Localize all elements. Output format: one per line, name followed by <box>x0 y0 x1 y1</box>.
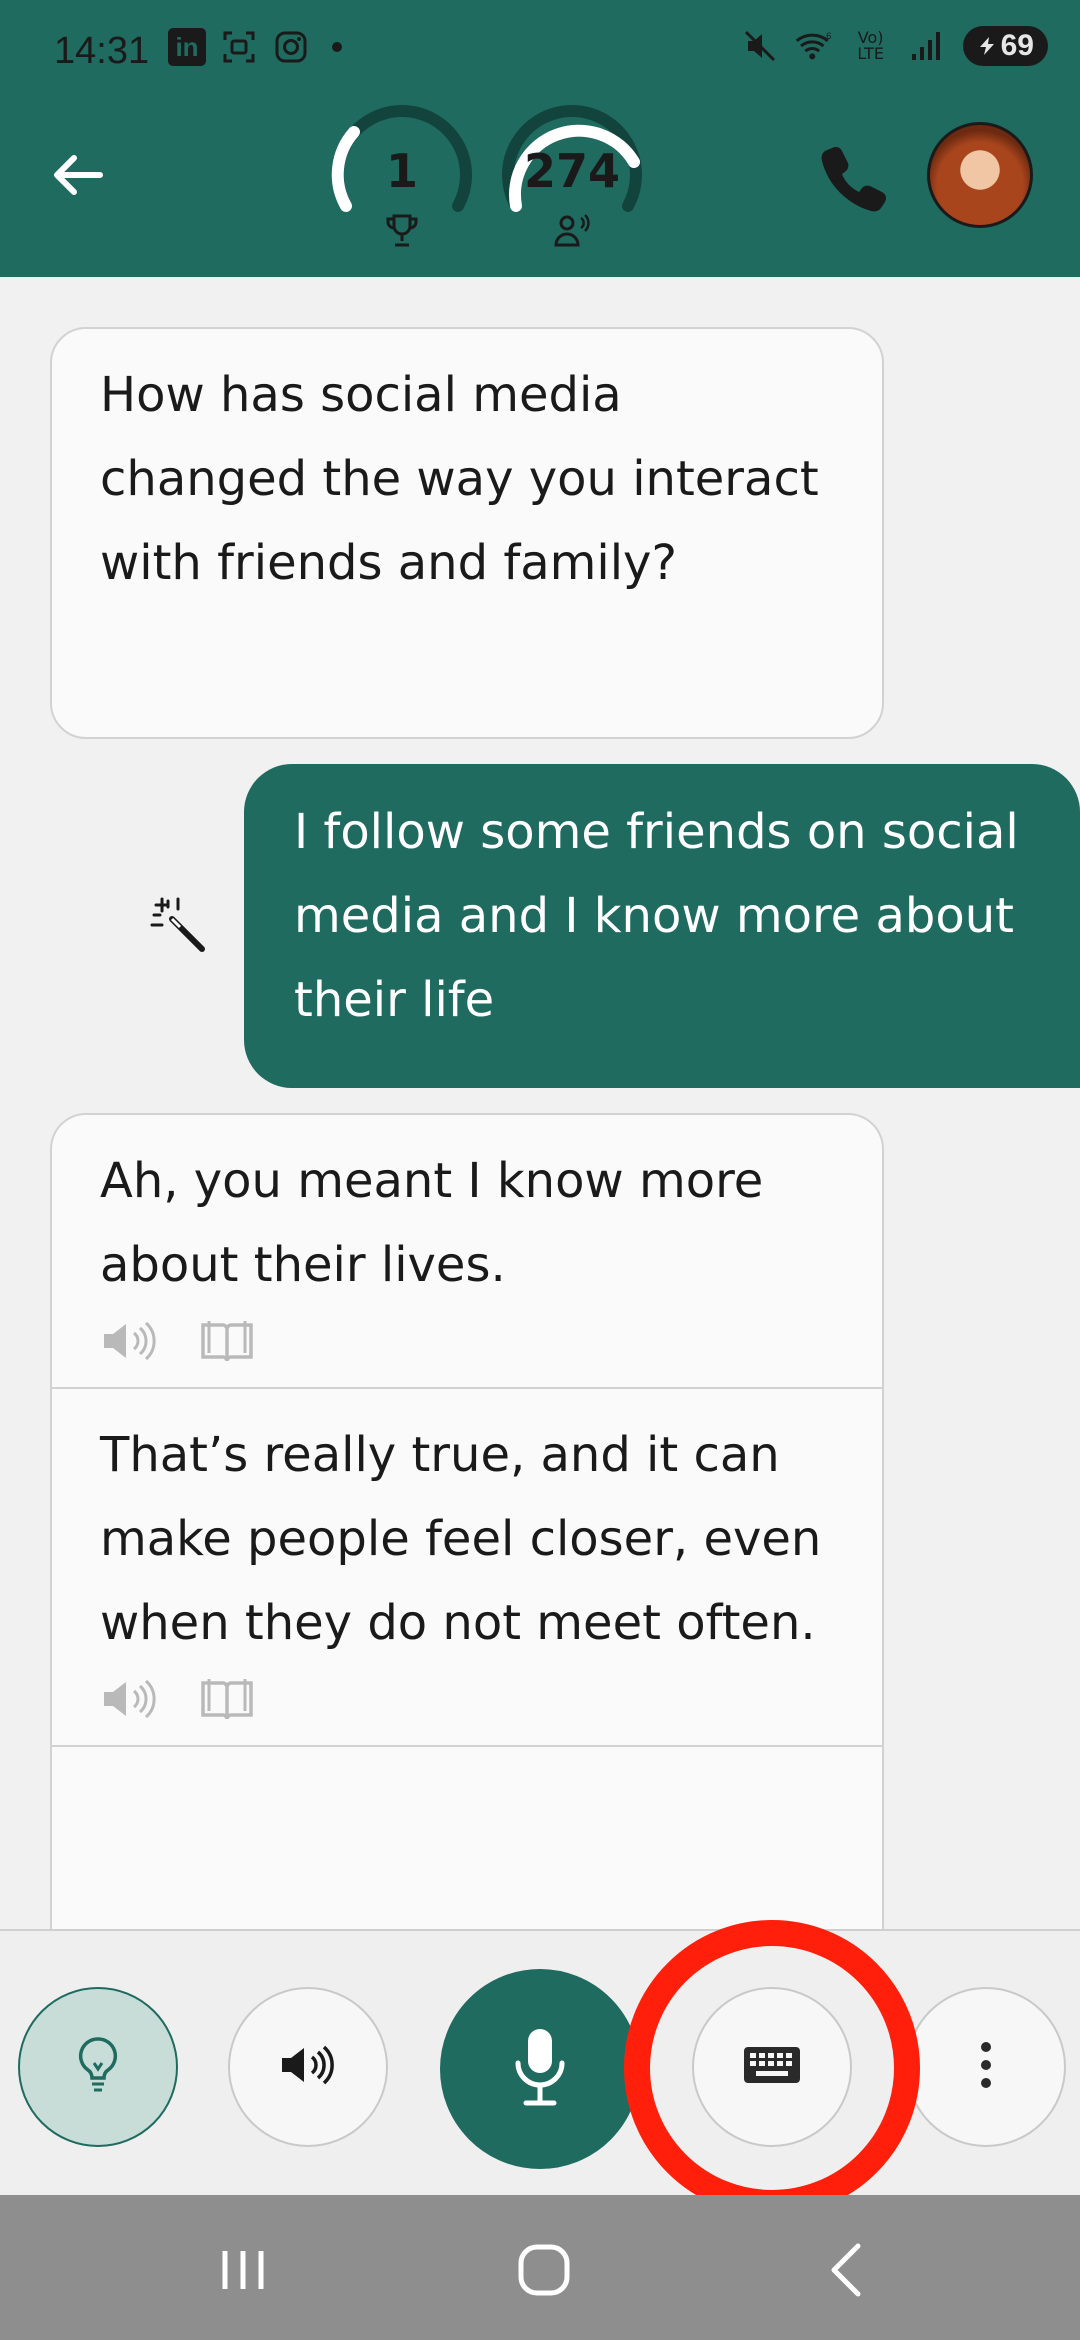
screenshot-icon <box>220 28 258 66</box>
svg-text:6: 6 <box>826 31 831 42</box>
speaker-icon[interactable] <box>100 1317 158 1365</box>
back-icon[interactable] <box>812 2235 882 2305</box>
volte-icon: Vo) LTE <box>857 28 884 63</box>
correction-actions <box>52 1307 882 1387</box>
response-actions <box>52 1665 882 1745</box>
more-notifications-dot <box>332 42 342 52</box>
hint-button[interactable] <box>18 1987 178 2147</box>
more-options-button[interactable] <box>906 1987 1066 2147</box>
user-message-text: I follow some friends on social media an… <box>294 804 1019 1028</box>
phone-icon[interactable] <box>818 142 890 214</box>
back-arrow-icon[interactable] <box>48 145 108 205</box>
app-header: 14:31 in 6 Vo) LTE 69 1 274 <box>0 0 1080 277</box>
notification-icons: in <box>168 28 342 66</box>
more-vertical-icon <box>978 2039 994 2095</box>
lightbulb-icon <box>74 2035 122 2099</box>
correction-text: Ah, you meant I know more about their li… <box>100 1153 764 1293</box>
battery-indicator: 69 <box>962 26 1048 66</box>
microphone-icon <box>512 2025 568 2113</box>
speaker-icon <box>278 2043 338 2091</box>
listeners-gauge[interactable]: 274 <box>494 92 650 248</box>
battery-level: 69 <box>1000 29 1034 62</box>
response-section: That’s really true, and it can make peop… <box>52 1387 882 1745</box>
next-section-divider <box>52 1745 882 1775</box>
speak-button[interactable] <box>228 1987 388 2147</box>
book-icon[interactable] <box>198 1317 256 1365</box>
keyboard-button[interactable] <box>692 1987 852 2147</box>
home-icon[interactable] <box>509 2235 579 2305</box>
input-toolbar <box>0 1929 1080 2195</box>
microphone-button[interactable] <box>440 1969 640 2169</box>
trophy-count: 1 <box>385 144 418 198</box>
correction-section: Ah, you meant I know more about their li… <box>52 1115 882 1387</box>
user-message: I follow some friends on social media an… <box>244 764 1080 1088</box>
mute-icon <box>741 27 779 65</box>
bot-reply-card: Ah, you meant I know more about their li… <box>50 1113 884 1929</box>
chat-area[interactable]: How has social media changed the way you… <box>0 277 1080 1929</box>
listener-count: 274 <box>523 144 621 198</box>
tutor-avatar[interactable] <box>927 122 1033 228</box>
question-text: How has social media changed the way you… <box>100 367 819 591</box>
status-bar: 14:31 in 6 Vo) LTE 69 <box>0 22 1080 82</box>
bot-message-question: How has social media changed the way you… <box>50 327 884 739</box>
instagram-icon <box>272 28 310 66</box>
recents-icon[interactable] <box>208 2235 278 2305</box>
response-text: That’s really true, and it can make peop… <box>100 1427 822 1651</box>
keyboard-icon <box>742 2045 802 2089</box>
signal-icon <box>909 27 947 65</box>
status-time: 14:31 <box>54 30 150 72</box>
speaker-icon[interactable] <box>100 1675 158 1723</box>
trophy-icon <box>382 210 422 250</box>
linkedin-icon: in <box>168 28 206 66</box>
book-icon[interactable] <box>198 1675 256 1723</box>
wifi-icon: 6 <box>795 27 833 65</box>
system-icons: 6 Vo) LTE 69 <box>741 26 1048 66</box>
magic-wand-icon[interactable] <box>148 895 208 955</box>
system-navigation-bar <box>0 2195 1080 2340</box>
people-icon <box>552 210 592 250</box>
trophy-gauge[interactable]: 1 <box>324 92 480 248</box>
